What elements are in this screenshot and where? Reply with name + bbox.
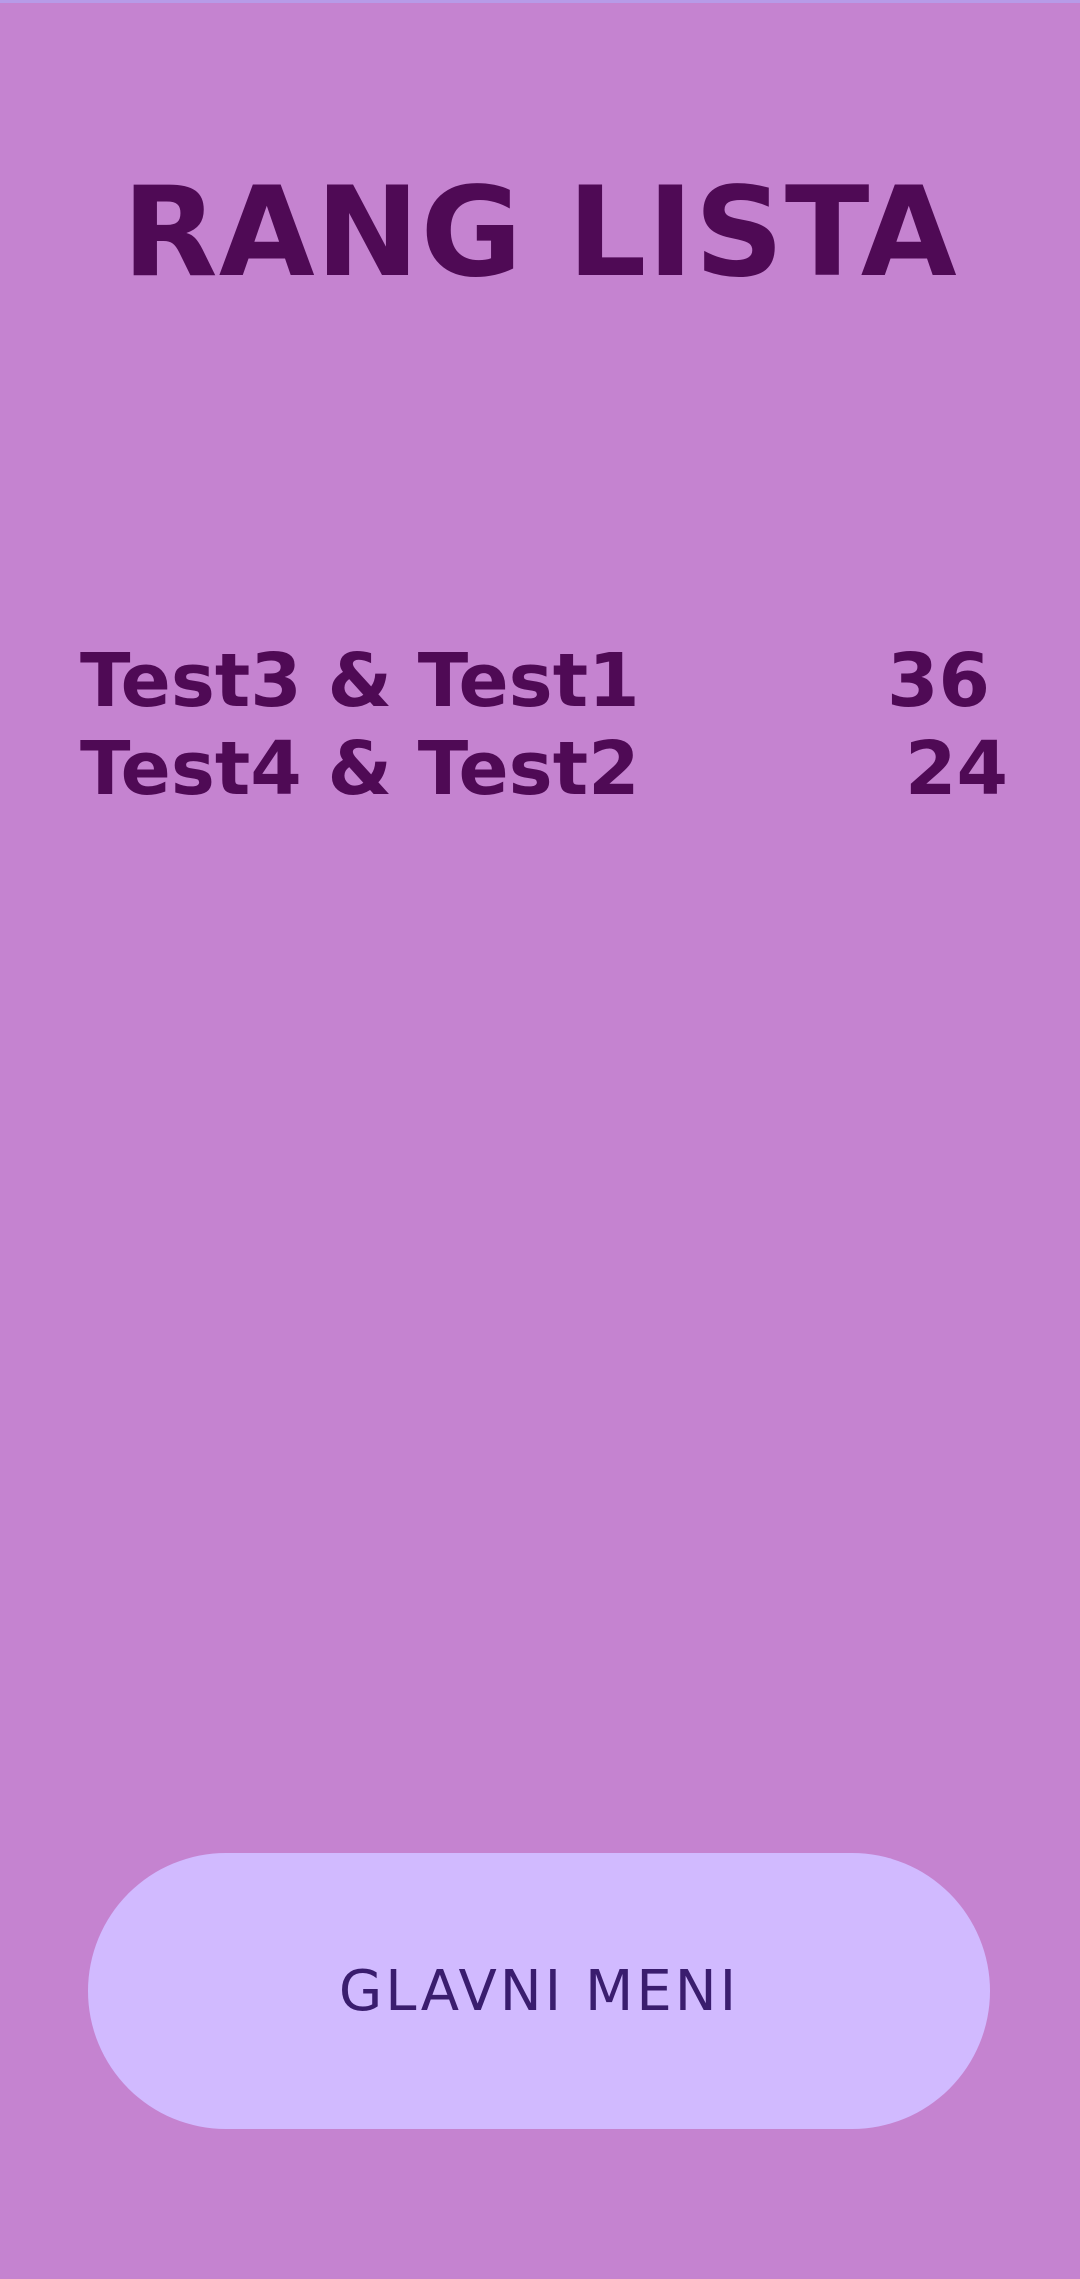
page-title: RANG LISTA [122,161,958,305]
list-item: Test4 & Test2 24 [80,725,1008,813]
list-item: Test3 & Test1 36 [80,637,1008,725]
pair-score: 36 [887,638,990,724]
ranking-list: Test3 & Test1 36 Test4 & Test2 24 [80,637,1008,813]
pair-names: Test3 & Test1 [80,638,640,724]
main-menu-button[interactable]: GLAVNI MENI [88,1853,990,2129]
top-divider [0,0,1080,3]
pair-names: Test4 & Test2 [80,726,640,812]
pair-score: 24 [905,726,1008,812]
